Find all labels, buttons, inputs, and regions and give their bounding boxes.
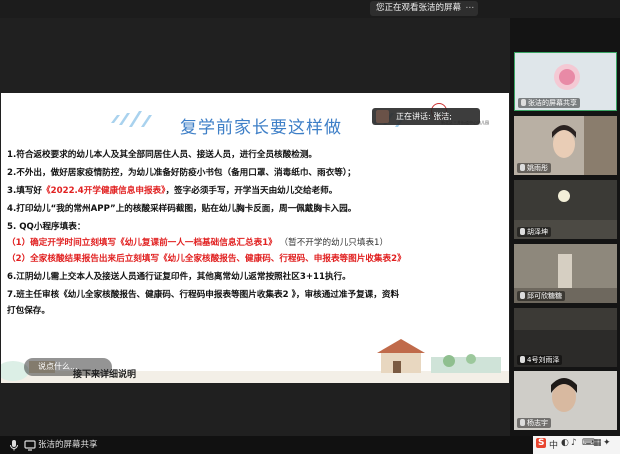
participant-tile[interactable]: 4号刘雨泽 [514,308,617,367]
participant-tile[interactable]: 杨志宇 [514,371,617,430]
screen-share-icon[interactable] [24,439,36,451]
slide-line-segment: 5. QQ小程序填表： [7,222,86,232]
more-options-icon[interactable]: ⋯ [466,1,475,16]
slide-line-segment: （2）全家核酸结果报告出来后立刻填写《幼儿全家核酸报告、健康码、行程码、申报表等… [7,254,406,264]
presentation-slide: 复学前家长要这样做 新北区三井街道中心幼儿园 1.符合返校要求的幼儿本人及其全部… [1,93,509,383]
participant-tile[interactable]: 邱可欣糖糖 [514,244,617,303]
slide-line: 2.不外出，做好居家疫情防控，为幼儿准备好防疫小书包（备用口罩、消毒纸巾、雨衣等… [7,168,356,179]
participant-name: 邱可欣糖糖 [517,291,565,301]
participant-name: 4号刘雨泽 [517,355,563,365]
slide-line-segment: 6.江阴幼儿需上交本人及接送人员通行证复印件，其他离常幼儿返常按照社区3+11执… [7,272,351,282]
slide-line-segment: 打包保存。 [7,306,50,316]
sogou-logo[interactable]: S [536,438,547,448]
participant-tile[interactable]: 姚雨彤 [514,116,617,175]
screen-share-notice[interactable]: 您正在观看张洁的屏幕 ⋯ [370,1,478,16]
slide-line-segment: 《2022.4开学健康信息申报表》 [42,186,166,196]
slide-caption: 接下来详细说明 [73,370,137,380]
slide-line-segment: 3.填写好 [7,186,43,196]
slide-line-segment: 7.班主任审核《幼儿全家核酸报告、健康码、行程码申报表等图片收集表2 》，审核通… [7,290,400,300]
speaker-avatar [376,110,389,123]
slide-line: 1.符合返校要求的幼儿本人及其全部同居住人员、接送人员，进行全员核酸检测。 [7,150,317,161]
speaking-text: 正在讲话: 张洁; [396,112,452,121]
slide-line-segment: 1.符合返校要求的幼儿本人及其全部同居住人员、接送人员，进行全员核酸检测。 [7,150,318,160]
slide-line: （1）确定开学时间立刻填写《幼儿复课前一人一档基础信息汇总表1》 （暂不开学的幼… [7,238,388,249]
mic-icon [520,419,525,426]
slide-line-segment: （1）确定开学时间立刻填写《幼儿复课前一人一档基础信息汇总表1》 [7,238,277,248]
participant-name: 杨志宇 [517,418,551,428]
slide-line: 6.江阴幼儿需上交本人及接送人员通行证复印件，其他离常幼儿返常按照社区3+11执… [7,272,351,283]
participant-tile[interactable]: 胡泽坤 [514,180,617,239]
ime-lang-toggle[interactable]: 中 [549,438,558,451]
comment-placeholder: 说点什么... [38,362,78,371]
mic-icon [520,292,525,299]
microphone-icon[interactable] [8,439,20,451]
ime-moon-icon[interactable]: ◐ [561,438,569,448]
ime-grid-icon[interactable]: ▦ [593,438,602,448]
slide-line: 3.填写好《2022.4开学健康信息申报表》，签字必须手写，开学当天由幼儿交给老… [7,186,337,197]
ime-voice-icon[interactable]: ♪ [571,438,577,448]
presenter-label: 张洁的屏幕共享 [38,440,98,450]
slide-line: 7.班主任审核《幼儿全家核酸报告、健康码、行程码申报表等图片收集表2 》，审核通… [7,290,399,301]
slide-title: 复学前家长要这样做 [180,118,342,138]
share-notice-text: 您正在观看张洁的屏幕 [376,3,462,13]
mic-icon [520,356,525,363]
slide-line: 打包保存。 [7,306,50,317]
slide-line: 5. QQ小程序填表： [7,222,85,233]
ime-toolbar[interactable]: S 中 ◐ ♪ ⌨ ▦ ✦ [533,436,620,454]
participant-name: 胡泽坤 [517,227,551,237]
speaking-indicator: 正在讲话: 张洁; [372,108,480,125]
mic-icon [520,228,525,235]
slide-line: 4.打印幼儿“我的常州APP”上的核酸采样码截图，贴在幼儿胸卡反面，周一佩戴胸卡… [7,204,356,215]
participant-tile-screen-share[interactable]: 张洁的屏幕共享 [514,52,617,111]
participant-name: 姚雨彤 [517,163,551,173]
mic-icon [521,99,526,106]
ime-skin-icon[interactable]: ✦ [603,438,611,448]
slide-line-segment: 2.不外出，做好居家疫情防控，为幼儿准备好防疫小书包（备用口罩、消毒纸巾、雨衣等… [7,168,356,178]
slide-line-segment: （暂不开学的幼儿只填表1） [276,238,389,248]
participant-name: 张洁的屏幕共享 [518,98,580,108]
slide-line-segment: ，签字必须手写，开学当天由幼儿交给老师。 [165,186,338,196]
mic-icon [520,164,525,171]
slide-line-segment: 4.打印幼儿“我的常州APP”上的核酸采样码截图，贴在幼儿胸卡反面，周一佩戴胸卡… [7,204,357,214]
top-bar [0,0,620,18]
slide-line: （2）全家核酸结果报告出来后立刻填写《幼儿全家核酸报告、健康码、行程码、申报表等… [7,254,406,265]
